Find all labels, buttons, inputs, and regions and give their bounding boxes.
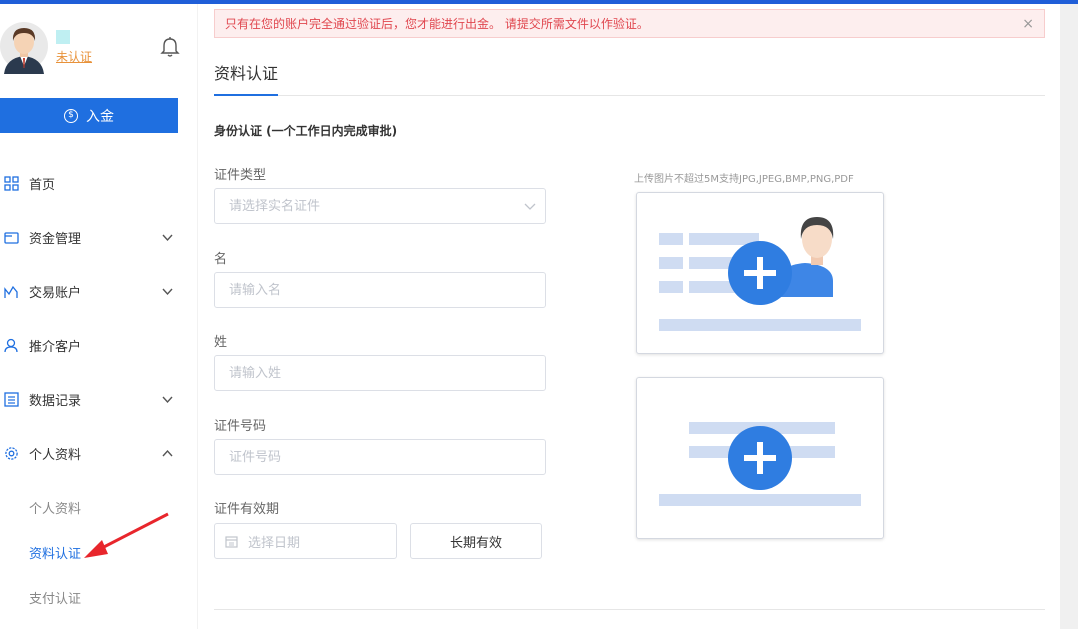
username-placeholder: [56, 30, 70, 44]
date-placeholder: 选择日期: [248, 535, 301, 551]
avatar[interactable]: [0, 22, 48, 74]
sidebar-item-label: 个人资料: [29, 447, 82, 463]
red-arrow-annotation: [84, 512, 169, 558]
alert-text: 只有在您的账户完全通过验证后，您才能进行出金。 请提交所需文件以作验证。: [225, 17, 649, 31]
sidebar-item-label: 交易账户: [29, 285, 82, 301]
title-underline: [214, 94, 278, 96]
chevron-up-icon: [162, 449, 173, 456]
doc-number-input[interactable]: [214, 439, 546, 475]
user-icon: [4, 338, 18, 352]
upload-back-card[interactable]: [636, 377, 884, 539]
gear-icon: [5, 446, 18, 460]
id-front-illustration: [659, 217, 861, 331]
long-term-valid-button[interactable]: 长期有效: [410, 523, 542, 559]
doc-type-label: 证件类型: [214, 168, 267, 183]
chevron-down-icon: [162, 396, 173, 403]
chevron-down-icon: [162, 288, 173, 295]
sidebar-item-trading-accounts[interactable]: 交易账户: [0, 271, 197, 311]
sidebar-item-label: 首页: [29, 177, 56, 193]
list-icon: [4, 391, 19, 407]
deposit-button-label: 入金: [86, 108, 114, 125]
last-name-label: 姓: [214, 335, 228, 350]
chevron-down-icon: [162, 234, 173, 241]
dollar-icon: $: [64, 108, 78, 123]
sidebar-item-label: 数据记录: [29, 393, 82, 409]
last-name-input[interactable]: [214, 355, 546, 391]
verification-alert: 只有在您的账户完全通过验证后，您才能进行出金。 请提交所需文件以作验证。 ×: [214, 9, 1045, 38]
calendar-icon: [225, 535, 238, 548]
expiry-label: 证件有效期: [214, 502, 280, 517]
close-icon[interactable]: ×: [1022, 16, 1034, 32]
wallet-icon: [4, 231, 19, 244]
dashboard-icon: [4, 175, 19, 191]
upload-hint: 上传图片不超过5M支持JPG,JPEG,BMP,PNG,PDF: [634, 174, 854, 185]
sidebar: 未认证 $ 入金 首页 资金管理 交易账户 推介客户 数据记录 个人资料 个人资…: [0, 4, 197, 629]
title-divider: [214, 95, 1045, 96]
id-back-illustration: [659, 422, 861, 506]
deposit-button[interactable]: $ 入金: [0, 98, 178, 133]
bell-icon[interactable]: [160, 36, 180, 58]
first-name-input[interactable]: [214, 272, 546, 308]
section-title: 身份认证 (一个工作日内完成审批): [214, 124, 398, 138]
right-scroll-gutter: [1060, 4, 1078, 629]
sub-item-personal-info[interactable]: 个人资料: [29, 498, 81, 517]
doc-type-select[interactable]: [214, 188, 546, 224]
expiry-date-picker[interactable]: 选择日期: [214, 523, 397, 559]
verification-status-link[interactable]: 未认证: [56, 48, 92, 65]
page-title: 资料认证: [214, 64, 279, 83]
sidebar-item-referrals[interactable]: 推介客户: [0, 325, 197, 365]
sidebar-item-home[interactable]: 首页: [0, 163, 197, 203]
chevron-down-icon: [524, 203, 536, 210]
bottom-divider: [214, 609, 1045, 610]
sub-item-document-verification[interactable]: 资料认证: [29, 543, 81, 562]
upload-front-card[interactable]: [636, 192, 884, 354]
sidebar-item-profile[interactable]: 个人资料: [0, 433, 197, 473]
sidebar-item-records[interactable]: 数据记录: [0, 379, 197, 419]
sidebar-item-label: 资金管理: [29, 231, 82, 247]
main-content: 只有在您的账户完全通过验证后，您才能进行出金。 请提交所需文件以作验证。 × 资…: [198, 4, 1060, 629]
sidebar-item-funds[interactable]: 资金管理: [0, 217, 197, 257]
sidebar-item-label: 推介客户: [29, 339, 82, 355]
doc-number-label: 证件号码: [214, 419, 267, 434]
first-name-label: 名: [214, 252, 228, 267]
chart-icon: [4, 285, 18, 298]
sub-item-payment-verification[interactable]: 支付认证: [29, 588, 81, 607]
